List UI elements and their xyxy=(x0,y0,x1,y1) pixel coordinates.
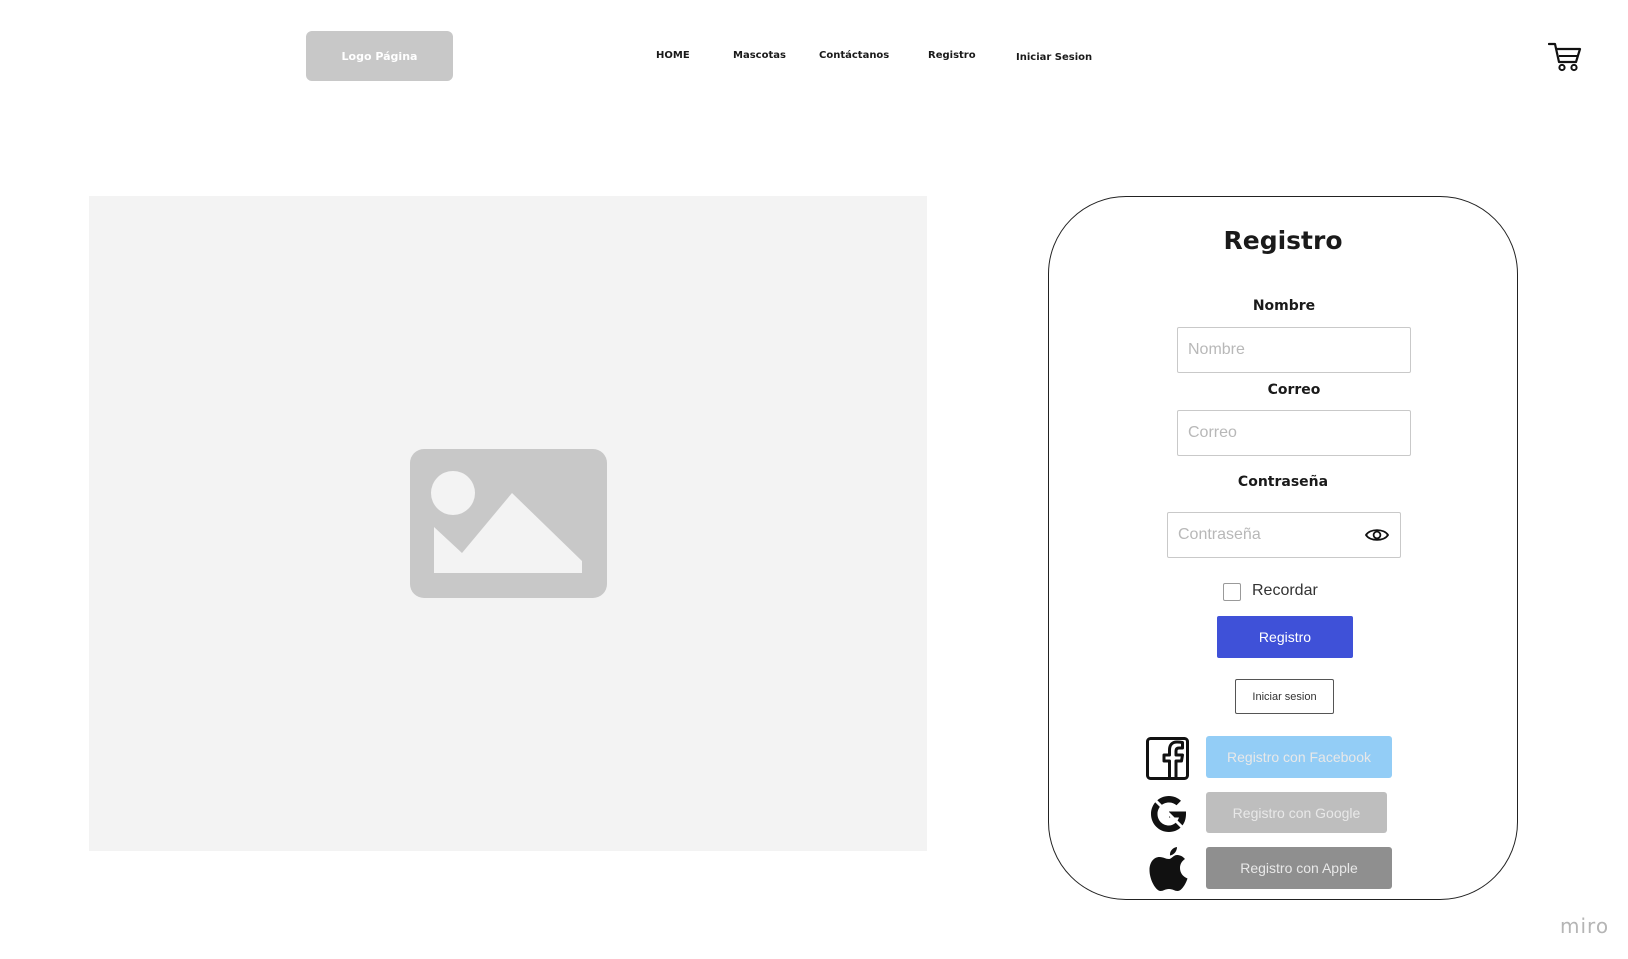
nav-iniciar-sesion[interactable]: Iniciar Sesion xyxy=(1016,52,1092,63)
remember-checkbox[interactable] xyxy=(1223,583,1241,601)
email-input[interactable] xyxy=(1177,410,1411,456)
apple-register-button[interactable]: Registro con Apple xyxy=(1206,847,1392,889)
apple-icon xyxy=(1149,847,1188,891)
miro-watermark: miro xyxy=(1560,914,1610,938)
cart-icon[interactable] xyxy=(1548,40,1582,72)
name-label: Nombre xyxy=(1252,298,1316,314)
google-icon xyxy=(1151,796,1186,832)
email-label: Correo xyxy=(1267,382,1321,398)
google-register-button[interactable]: Registro con Google xyxy=(1206,792,1387,833)
nav-mascotas[interactable]: Mascotas xyxy=(733,50,786,61)
hero-image-placeholder xyxy=(89,196,927,851)
registration-card: Registro Nombre Correo Contraseña Record… xyxy=(1048,196,1518,900)
nav-contactanos[interactable]: Contáctanos xyxy=(819,50,889,61)
image-placeholder-icon xyxy=(410,449,607,598)
register-button[interactable]: Registro xyxy=(1217,616,1353,658)
password-label: Contraseña xyxy=(1237,474,1329,490)
remember-label: Recordar xyxy=(1252,582,1318,599)
name-input[interactable] xyxy=(1177,327,1411,373)
password-field xyxy=(1167,512,1401,558)
nav-registro[interactable]: Registro xyxy=(928,50,976,61)
login-button[interactable]: Iniciar sesion xyxy=(1235,679,1334,714)
site-logo[interactable]: Logo Página xyxy=(306,31,453,81)
facebook-icon xyxy=(1146,737,1189,780)
facebook-register-button[interactable]: Registro con Facebook xyxy=(1206,736,1392,778)
eye-icon[interactable] xyxy=(1365,527,1389,543)
nav-home[interactable]: HOME xyxy=(656,50,690,61)
form-title: Registro xyxy=(1223,226,1343,255)
